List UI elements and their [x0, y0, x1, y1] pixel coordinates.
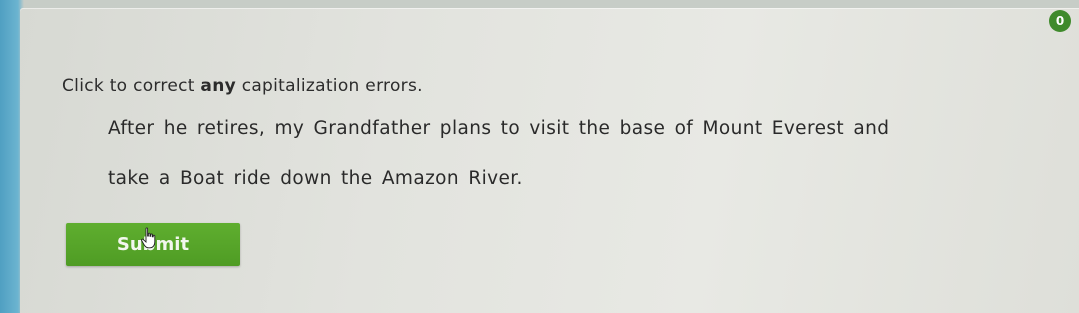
- word[interactable]: Boat: [180, 168, 224, 189]
- word[interactable]: River.: [468, 168, 523, 189]
- word[interactable]: retires,: [197, 118, 265, 139]
- word[interactable]: to: [501, 118, 520, 139]
- word[interactable]: a: [159, 168, 171, 189]
- word[interactable]: base: [620, 118, 666, 139]
- word[interactable]: and: [853, 118, 889, 139]
- hand-pointer-icon: [141, 227, 156, 249]
- word[interactable]: Everest: [772, 118, 844, 139]
- instruction-after: capitalization errors.: [235, 76, 423, 96]
- instruction-text: Click to correct any capitalization erro…: [62, 76, 423, 96]
- word[interactable]: Amazon: [382, 168, 459, 189]
- instruction-before: Click to correct: [62, 76, 201, 96]
- sentence-area: After he retires, my Grandfather plans t…: [108, 104, 1008, 204]
- word[interactable]: the: [341, 168, 373, 189]
- word[interactable]: After: [108, 118, 154, 139]
- instruction-emphasis: any: [200, 76, 236, 96]
- word[interactable]: he: [164, 118, 188, 139]
- word[interactable]: down: [280, 168, 332, 189]
- help-icon[interactable]: 0: [1049, 10, 1071, 32]
- word[interactable]: visit: [529, 118, 569, 139]
- word[interactable]: of: [675, 118, 694, 139]
- word[interactable]: take: [108, 168, 150, 189]
- word[interactable]: Mount: [702, 118, 762, 139]
- word[interactable]: the: [579, 118, 611, 139]
- word[interactable]: Grandfather: [314, 118, 431, 139]
- word[interactable]: my: [274, 118, 304, 139]
- word[interactable]: ride: [233, 168, 270, 189]
- word[interactable]: plans: [440, 118, 492, 139]
